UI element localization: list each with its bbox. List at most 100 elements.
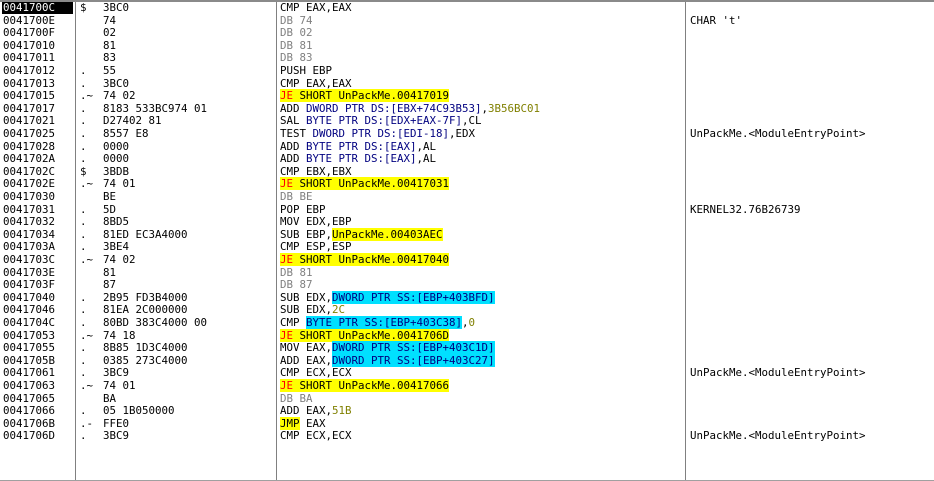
disassembly-row[interactable]: 0041706B .- FFE0 JMP EAX xyxy=(0,416,934,430)
disassembly-row[interactable]: 00417017. 8183 533BC974 01 ADD DWORD PTR D… xyxy=(0,101,934,115)
instruction-segment: ADD xyxy=(280,101,307,115)
row-address: 00417065 xyxy=(3,391,56,405)
row-address: 00417055 xyxy=(3,341,56,355)
row-instruction: JE SHORT UnPackMe.00417040 xyxy=(280,253,675,266)
instruction-segment: ,CL xyxy=(462,114,482,128)
disassembly-row[interactable]: 0041702A. 0000 ADD BYTE PTR DS:[EAX],AL xyxy=(0,153,934,165)
instruction-segment: DWORD PTR SS:[EBP+403BFD] xyxy=(332,290,495,304)
instruction-segment: DB BE xyxy=(280,190,313,203)
disassembly-row[interactable]: 00417046. 81EA 2C000000 SUB EDX,2C xyxy=(0,304,934,316)
row-comment: UnPackMe.<ModuleEntryPoint> xyxy=(690,429,866,443)
disassembly-row[interactable]: 0041700F 02 DB 02 xyxy=(0,27,934,39)
disassembly-row[interactable]: 00417040. 2B95 FD3B4000 SUB EDX,DWORD PTR … xyxy=(0,290,934,304)
instruction-segment: DB 87 xyxy=(280,278,313,292)
row-instruction: ADD BYTE PTR DS:[EAX],AL xyxy=(280,139,675,153)
disassembly-row[interactable]: 0041706D. 3BC9 CMP ECX,ECX UnPackMe.<Module… xyxy=(0,430,934,442)
disassembly-row[interactable]: 00417010 81 DB 81 xyxy=(0,39,934,52)
row-address: 00417015 xyxy=(3,89,56,103)
instruction-segment: PUSH EBP xyxy=(280,64,333,77)
disassembly-row[interactable]: 00417021. D27402 81 SAL BYTE PTR DS:[EDX+E… xyxy=(0,115,934,127)
row-instruction: DB 02 xyxy=(280,27,675,39)
row-hex-bytes: 81EA 2C000000 xyxy=(103,303,188,317)
disassembly-row[interactable]: 0041703F 87 DB 87 xyxy=(0,279,934,291)
disassembly-row[interactable]: 00417031. 5D POP EBP KERNEL32.76B26739 xyxy=(0,202,934,216)
disassembly-row[interactable]: 00417061. 3BC9 CMP ECX,ECX UnPackMe.<Module… xyxy=(0,367,934,379)
row-address: 00417053 xyxy=(3,328,56,342)
row-address: 00417066 xyxy=(3,404,56,418)
disassembly-row[interactable]: 0041700E 74 DB 74 CHAR 't' xyxy=(0,13,934,27)
row-address: 0041706B xyxy=(3,416,56,430)
instruction-segment: JE xyxy=(280,379,294,392)
row-hex-bytes: 5D xyxy=(103,202,117,216)
disassembly-row[interactable]: 00417066. 05 1B050000 ADD EAX,51B xyxy=(0,405,934,417)
instruction-segment: ,AL xyxy=(416,152,437,166)
disassembly-row[interactable]: 00417025. 8557 E8 TEST DWORD PTR DS:[EDI-1… xyxy=(0,128,934,140)
disassembly-row[interactable]: 00417034. 81ED EC3A4000 SUB EBP,UnPackMe.0… xyxy=(0,227,934,241)
instruction-segment: JE xyxy=(280,328,294,342)
disassembly-row[interactable]: 0041702E .~ 74 01 JE SHORT UnPackMe.0041703… xyxy=(0,177,934,191)
disassembly-row[interactable]: 0041704C. 80BD 383C4000 00 CMP BYTE PTR SS… xyxy=(0,316,934,329)
disassembly-row[interactable]: 0041700C $3BC0 CMP EAX,EAX xyxy=(0,2,934,14)
disassembly-row[interactable]: 00417028. 0000 ADD BYTE PTR DS:[EAX],AL xyxy=(0,139,934,153)
instruction-segment: SUB EDX, xyxy=(280,303,333,317)
instruction-segment: SHORT UnPackMe.00417066 xyxy=(293,379,450,392)
instruction-segment: JE xyxy=(280,253,294,266)
row-hex-bytes: 74 xyxy=(103,13,117,27)
instruction-segment: JMP xyxy=(280,416,300,430)
disassembly-row[interactable]: 0041703E 81 DB 81 xyxy=(0,266,934,279)
row-address: 0041702C xyxy=(3,164,56,178)
disassembly-row[interactable]: 0041703C .~ 74 02 JE SHORT UnPackMe.0041704… xyxy=(0,253,934,266)
instruction-segment: JE xyxy=(280,89,294,103)
disassembly-row[interactable]: 00417053 .~ 74 18 JE SHORT UnPackMe.0041706… xyxy=(0,328,934,342)
disassembly-pane[interactable]: 0041700C $3BC0 CMP EAX,EAX 0041700E 74 DB 74 C… xyxy=(0,0,934,481)
disassembly-row[interactable]: 00417011 83 DB 83 xyxy=(0,52,934,64)
row-address: 0041705B xyxy=(3,353,56,367)
row-address: 00417031 xyxy=(3,202,56,216)
row-address: 0041703A xyxy=(3,240,56,254)
disassembly-row[interactable]: 0041702C $3BDB CMP EBX,EBX xyxy=(0,164,934,178)
disassembly-row[interactable]: 00417063 .~ 74 01 JE SHORT UnPackMe.0041706… xyxy=(0,379,934,392)
row-hex-bytes: 3BE4 xyxy=(103,240,130,254)
disassembly-row[interactable]: 0041705B. 0385 273C4000 ADD EAX,DWORD PTR … xyxy=(0,353,934,367)
row-instruction: SUB EBP,UnPackMe.00403AEC xyxy=(280,227,675,241)
row-instruction: MOV EAX,DWORD PTR SS:[EBP+403C1D] xyxy=(280,341,675,355)
disassembly-row[interactable]: 00417012. 55 PUSH EBP xyxy=(0,65,934,77)
row-address: 00417030 xyxy=(3,190,56,203)
row-instruction: SUB EDX,DWORD PTR SS:[EBP+403BFD] xyxy=(280,290,675,304)
disassembly-row[interactable]: 00417055. 8B85 1D3C4000 MOV EAX,DWORD PTR … xyxy=(0,341,934,355)
instruction-segment: CMP EAX,EAX xyxy=(280,76,352,90)
row-instruction: ADD EAX,DWORD PTR SS:[EBP+403C27] xyxy=(280,353,675,367)
row-address: 00417017 xyxy=(3,101,56,115)
row-instruction: CMP ESP,ESP xyxy=(280,241,675,253)
instruction-segment: SHORT UnPackMe.0041706D xyxy=(293,328,450,342)
instruction-segment: 2C xyxy=(332,303,346,317)
row-hex-bytes: 3BDB xyxy=(103,164,130,178)
row-hex-bytes: BE xyxy=(103,190,117,203)
row-instruction: CMP EBX,EBX xyxy=(280,165,675,178)
row-instruction: ADD EAX,51B xyxy=(280,405,675,417)
row-instruction: DB 83 xyxy=(280,52,675,64)
instruction-segment: BYTE PTR DS:[EAX] xyxy=(306,139,417,153)
instruction-segment: ADD xyxy=(280,139,307,153)
row-instruction: CMP EAX,EAX xyxy=(280,2,675,14)
disassembly-row[interactable]: 00417030 BE DB BE xyxy=(0,191,934,203)
row-instruction: CMP EAX,EAX xyxy=(280,76,675,90)
disassembly-row[interactable]: 00417065 BA DB BA xyxy=(0,391,934,405)
row-hex-bytes: 8183 533BC974 01 xyxy=(103,101,208,115)
row-instruction: DB BE xyxy=(280,191,675,203)
disassembly-row[interactable]: 00417013. 3BC0 CMP EAX,EAX xyxy=(0,76,934,90)
row-instruction: ADD BYTE PTR DS:[EAX],AL xyxy=(280,153,675,165)
instruction-segment: 51B xyxy=(332,404,352,418)
disassembly-row[interactable]: 0041703A. 3BE4 CMP ESP,ESP xyxy=(0,241,934,253)
row-address: 0041700F xyxy=(3,26,56,40)
instruction-segment: DWORD PTR SS:[EBP+403C27] xyxy=(332,353,495,367)
row-instruction: TEST DWORD PTR DS:[EDI-18],EDX xyxy=(280,128,675,140)
instruction-segment: SUB EBP, xyxy=(280,227,333,241)
disassembly-row[interactable]: 00417015 .~ 74 02 JE SHORT UnPackMe.0041701… xyxy=(0,89,934,103)
instruction-segment: ,EDX xyxy=(449,127,476,140)
disassembly-row[interactable]: 00417032. 8BD5 MOV EDX,EBP xyxy=(0,216,934,228)
instruction-segment: CMP ESP,ESP xyxy=(280,240,352,254)
row-address: 00417040 xyxy=(3,290,56,304)
instruction-segment: BYTE PTR DS:[EDX+EAX-7F] xyxy=(306,114,463,128)
row-hex-bytes: 55 xyxy=(103,64,117,77)
